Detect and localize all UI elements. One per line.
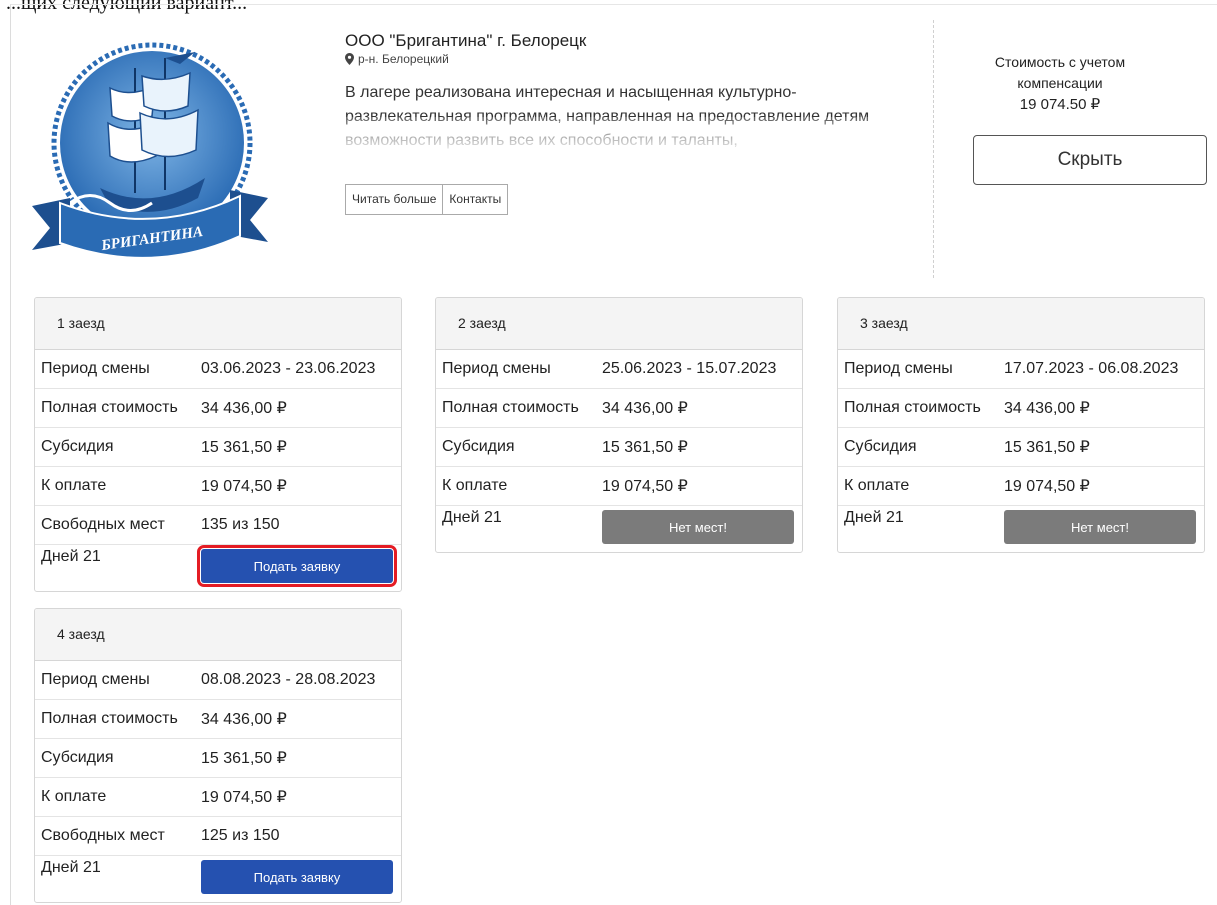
full-cost-row: Полная стоимость 34 436,00 ₽ (35, 700, 401, 739)
full-cost-value: 34 436,00 ₽ (201, 400, 287, 417)
session-card-2: 2 заезд Период смены 25.06.2023 - 15.07.2… (435, 297, 803, 553)
to-pay-label: К оплате (41, 477, 107, 494)
contacts-button[interactable]: Контакты (442, 184, 509, 215)
subsidy-value: 15 361,50 ₽ (201, 750, 287, 767)
action-row: Дней 21 Нет мест! (436, 506, 802, 552)
price-value: 19 074.50 ₽ (1019, 96, 1101, 113)
days-label: Дней 21 (442, 509, 502, 526)
period-label: Период смены (442, 360, 551, 377)
full-cost-label: Полная стоимость (41, 710, 178, 727)
full-cost-row: Полная стоимость 34 436,00 ₽ (35, 389, 401, 428)
full-cost-row: Полная стоимость 34 436,00 ₽ (838, 389, 1204, 428)
action-row: Дней 21 Подать заявку (35, 856, 401, 902)
to-pay-value: 19 074,50 ₽ (1004, 478, 1090, 495)
hide-button[interactable]: Скрыть (973, 135, 1207, 185)
free-places-label: Свободных мест (41, 827, 165, 844)
to-pay-row: К оплате 19 074,50 ₽ (35, 467, 401, 506)
days-label: Дней 21 (844, 509, 904, 526)
full-cost-value: 34 436,00 ₽ (201, 711, 287, 728)
map-pin-icon (345, 53, 354, 65)
price-label-line1: Стоимость с учетом (994, 54, 1126, 70)
subsidy-row: Субсидия 15 361,50 ₽ (838, 428, 1204, 467)
period-value: 17.07.2023 - 06.08.2023 (1004, 360, 1179, 377)
action-row: Дней 21 Нет мест! (838, 506, 1204, 552)
read-more-button[interactable]: Читать больше (345, 184, 444, 215)
camp-location: р-н. Белорецкий (345, 52, 905, 66)
subsidy-row: Субсидия 15 361,50 ₽ (35, 428, 401, 467)
to-pay-row: К оплате 19 074,50 ₽ (838, 467, 1204, 506)
session-card-1: 1 заезд Период смены 03.06.2023 - 23.06.2… (34, 297, 402, 592)
period-value: 25.06.2023 - 15.07.2023 (602, 360, 777, 377)
full-cost-label: Полная стоимость (41, 399, 178, 416)
subsidy-label: Субсидия (442, 438, 515, 455)
to-pay-label: К оплате (41, 788, 107, 805)
period-value: 03.06.2023 - 23.06.2023 (201, 360, 376, 377)
to-pay-row: К оплате 19 074,50 ₽ (35, 778, 401, 817)
period-row: Период смены 08.08.2023 - 28.08.2023 (35, 661, 401, 700)
subsidy-value: 15 361,50 ₽ (201, 439, 287, 456)
period-value: 08.08.2023 - 28.08.2023 (201, 671, 376, 688)
full-cost-value: 34 436,00 ₽ (602, 400, 688, 417)
no-places-button: Нет мест! (1004, 510, 1196, 544)
period-row: Период смены 25.06.2023 - 15.07.2023 (436, 350, 802, 389)
subsidy-label: Субсидия (41, 749, 114, 766)
session-title: 4 заезд (35, 609, 401, 661)
price-label-line2: компенсации (1017, 75, 1103, 91)
subsidy-value: 15 361,50 ₽ (602, 439, 688, 456)
compensation-price: Стоимость с учетом компенсации 19 074.50… (965, 52, 1155, 115)
camp-title: ООО "Бригантина" г. Белорецк (345, 31, 587, 50)
subsidy-row: Субсидия 15 361,50 ₽ (436, 428, 802, 467)
brigantina-logo: БРИГАНТИНА (32, 42, 268, 259)
description-fade (345, 117, 905, 153)
free-places-value: 135 из 150 (201, 516, 280, 533)
to-pay-label: К оплате (844, 477, 910, 494)
apply-button[interactable]: Подать заявку (201, 860, 393, 894)
period-row: Период смены 17.07.2023 - 06.08.2023 (838, 350, 1204, 389)
free-places-row: Свободных мест 125 из 150 (35, 817, 401, 856)
camp-info: ООО "Бригантина" г. Белорецк р-н. Белоре… (345, 30, 905, 215)
subsidy-label: Субсидия (844, 438, 917, 455)
session-card-3: 3 заезд Период смены 17.07.2023 - 06.08.2… (837, 297, 1205, 553)
full-cost-value: 34 436,00 ₽ (1004, 400, 1090, 417)
full-cost-label: Полная стоимость (844, 399, 981, 416)
session-title: 2 заезд (436, 298, 802, 350)
period-label: Период смены (41, 671, 150, 688)
subsidy-row: Субсидия 15 361,50 ₽ (35, 739, 401, 778)
apply-button[interactable]: Подать заявку (197, 545, 397, 587)
to-pay-value: 19 074,50 ₽ (201, 478, 287, 495)
header-divider (933, 20, 934, 278)
camp-description: В лагере реализована интересная и насыще… (345, 81, 905, 153)
full-cost-label: Полная стоимость (442, 399, 579, 416)
period-label: Период смены (844, 360, 953, 377)
session-title: 1 заезд (35, 298, 401, 350)
days-label: Дней 21 (41, 548, 101, 565)
to-pay-value: 19 074,50 ₽ (201, 789, 287, 806)
camp-actions: Читать больше Контакты (345, 184, 905, 215)
period-label: Период смены (41, 360, 150, 377)
camp-location-text: р-н. Белорецкий (358, 52, 449, 66)
to-pay-row: К оплате 19 074,50 ₽ (436, 467, 802, 506)
period-row: Период смены 03.06.2023 - 23.06.2023 (35, 350, 401, 389)
action-row: Дней 21 Подать заявку (35, 545, 401, 591)
free-places-value: 125 из 150 (201, 827, 280, 844)
days-label: Дней 21 (41, 859, 101, 876)
free-places-label: Свободных мест (41, 516, 165, 533)
session-card-4: 4 заезд Период смены 08.08.2023 - 28.08.2… (34, 608, 402, 903)
no-places-button: Нет мест! (602, 510, 794, 544)
subsidy-label: Субсидия (41, 438, 114, 455)
subsidy-value: 15 361,50 ₽ (1004, 439, 1090, 456)
free-places-row: Свободных мест 135 из 150 (35, 506, 401, 545)
to-pay-value: 19 074,50 ₽ (602, 478, 688, 495)
full-cost-row: Полная стоимость 34 436,00 ₽ (436, 389, 802, 428)
session-title: 3 заезд (838, 298, 1204, 350)
to-pay-label: К оплате (442, 477, 508, 494)
